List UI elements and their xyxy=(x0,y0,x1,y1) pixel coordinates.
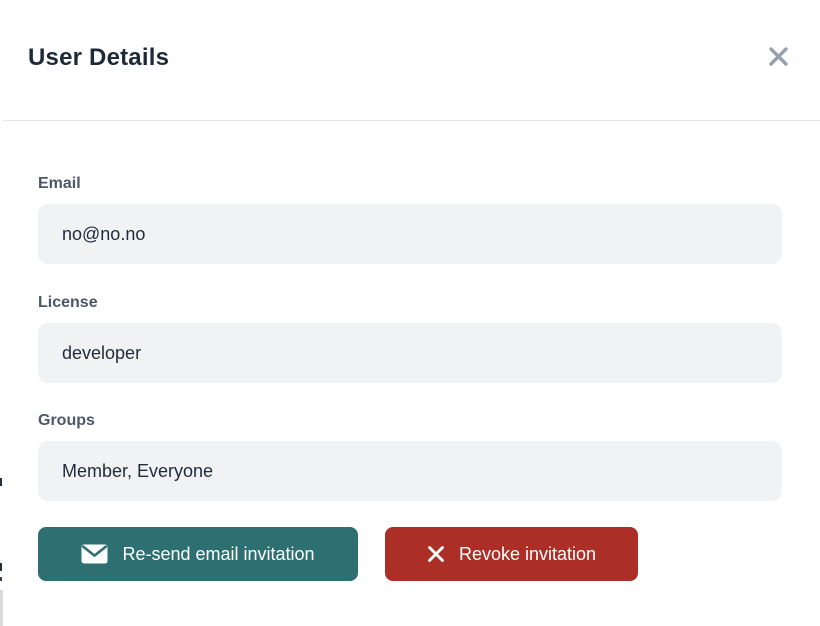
license-label: License xyxy=(38,294,782,312)
close-button[interactable] xyxy=(764,44,792,72)
email-field[interactable]: no@no.no xyxy=(38,204,782,264)
backdrop-fragment xyxy=(0,563,2,571)
backdrop-fragment xyxy=(0,478,2,486)
revoke-invitation-button[interactable]: Revoke invitation xyxy=(385,527,638,581)
field-groups: Groups Member, Everyone xyxy=(38,412,782,501)
revoke-invitation-label: Revoke invitation xyxy=(459,544,596,565)
resend-invitation-label: Re-send email invitation xyxy=(122,544,314,565)
field-email: Email no@no.no xyxy=(38,175,782,264)
field-license: License developer xyxy=(38,294,782,383)
email-label: Email xyxy=(38,175,782,193)
envelope-icon xyxy=(81,544,108,564)
modal-title: User Details xyxy=(28,44,169,72)
modal-body: Email no@no.no License developer Groups … xyxy=(3,122,820,626)
x-icon xyxy=(427,545,445,563)
resend-invitation-button[interactable]: Re-send email invitation xyxy=(38,527,358,581)
backdrop-fragment xyxy=(0,590,3,626)
user-details-modal: User Details Email no@no.no License deve… xyxy=(0,0,820,626)
action-buttons: Re-send email invitation Revoke invitati… xyxy=(38,527,638,581)
license-field[interactable]: developer xyxy=(38,323,782,383)
groups-label: Groups xyxy=(38,412,782,430)
modal-header: User Details xyxy=(3,0,820,121)
backdrop-page-edge xyxy=(0,0,3,626)
close-icon xyxy=(767,45,790,71)
backdrop-fragment xyxy=(0,577,2,581)
groups-field[interactable]: Member, Everyone xyxy=(38,441,782,501)
user-details-dialog: User Details Email no@no.no License deve… xyxy=(0,0,820,626)
